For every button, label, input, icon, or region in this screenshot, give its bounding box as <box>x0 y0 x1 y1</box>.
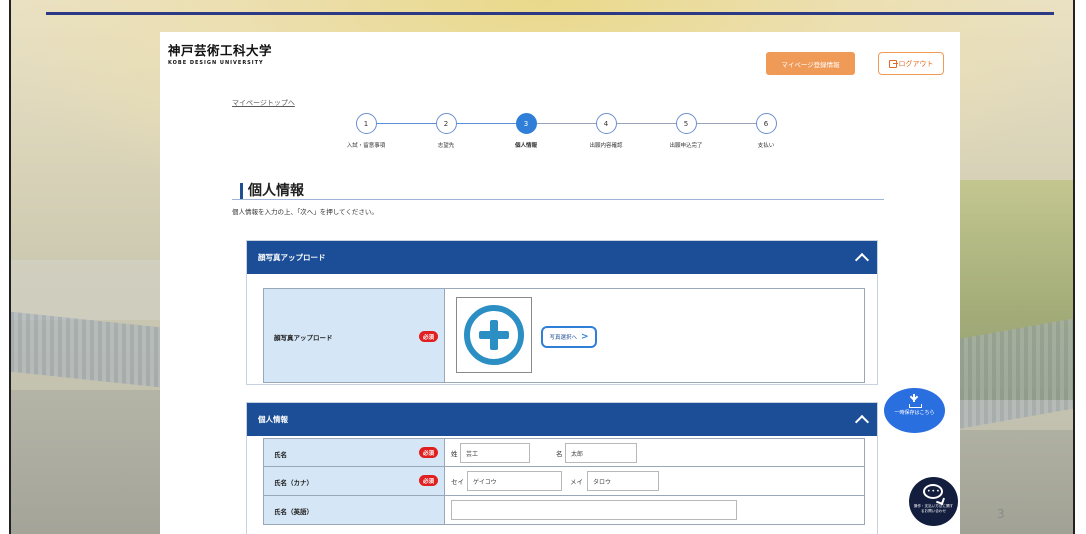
slide-number: 3 <box>997 507 1005 521</box>
photo-upload-label: 顔写真アップロード <box>274 334 333 342</box>
surname-prefix: 姓 <box>451 450 458 458</box>
top-rule <box>46 12 1054 15</box>
logo-name-jp: 神戸芸術工科大学 <box>168 43 273 58</box>
university-logo[interactable]: 神戸芸術工科大学 KOBE DESIGN UNIVERSITY <box>168 40 272 66</box>
page-intro: 個人情報を入力の上、「次へ」を押してください。 <box>232 208 378 216</box>
temporary-save-label: 一時保存はこちら <box>894 410 935 416</box>
photo-upload-section: 顔写真アップロード 顔写真アップロード 必須 写真選択へ > <box>246 240 878 385</box>
step-3-current: 3 個人情報 <box>486 113 566 149</box>
photo-upload-row: 顔写真アップロード 必須 写真選択へ > <box>263 288 865 383</box>
name-english-input[interactable] <box>451 500 737 520</box>
photo-upload-label-cell: 顔写真アップロード 必須 <box>264 289 445 382</box>
given-name-kana-input[interactable]: タロウ <box>587 471 659 491</box>
name-english-label: 氏名（英語） <box>274 508 313 516</box>
progress-stepper: 1 入試・留意事項 2 志望先 3 個人情報 4 出願内容確認 5 出願申込完了… <box>320 113 780 163</box>
frame-left <box>9 0 11 534</box>
select-photo-label: 写真選択へ <box>549 335 577 341</box>
logout-icon <box>888 59 898 68</box>
surname-input[interactable]: 芸工 <box>460 443 530 463</box>
page-panel: 神戸芸術工科大学 KOBE DESIGN UNIVERSITY マイページ登録情… <box>160 32 960 534</box>
name-label: 氏名 <box>274 451 287 459</box>
personal-section-title: 個人情報 <box>258 415 288 424</box>
step-6: 6 支払い <box>726 113 806 149</box>
required-badge: 必須 <box>419 447 438 458</box>
mypage-info-button[interactable]: マイページ登録情報 <box>766 52 855 75</box>
form-row-name-english: 氏名（英語） <box>263 496 865 525</box>
logout-button[interactable]: ログアウト <box>878 52 944 75</box>
add-photo-icon <box>464 305 524 365</box>
page-title: 個人情報 <box>240 183 304 199</box>
title-divider <box>232 199 884 200</box>
step-1: 1 入試・留意事項 <box>326 113 406 149</box>
given-name-input[interactable]: 太郎 <box>565 443 637 463</box>
frame-right <box>1073 0 1075 534</box>
temporary-save-button[interactable]: 一時保存はこちら <box>884 388 945 433</box>
form-row-name-kana: 氏名（カナ） 必須 セイ ゲイコウ メイ タロウ <box>263 467 865 496</box>
personal-info-form: 氏名 必須 姓 芸工 名 太郎 氏名（カナ） 必須 セイ ゲイコウ メイ タロウ… <box>263 438 865 525</box>
select-photo-button[interactable]: 写真選択へ > <box>541 326 597 348</box>
logout-label: ログアウト <box>898 59 934 68</box>
photo-section-title: 顔写真アップロード <box>258 253 326 262</box>
name-kana-label: 氏名（カナ） <box>274 479 313 487</box>
form-row-name: 氏名 必須 姓 芸工 名 太郎 <box>263 438 865 467</box>
surname-kana-prefix: セイ <box>451 478 464 486</box>
logo-name-en: KOBE DESIGN UNIVERSITY <box>168 60 264 66</box>
personal-section-header[interactable]: 個人情報 <box>247 403 877 436</box>
given-name-kana-prefix: メイ <box>570 478 583 486</box>
given-name-prefix: 名 <box>556 450 563 458</box>
required-badge: 必須 <box>419 331 438 342</box>
step-2: 2 志望先 <box>406 113 486 149</box>
chevron-right-icon: > <box>580 332 589 342</box>
step-5: 5 出願申込完了 <box>646 113 726 149</box>
collapse-chevron-icon[interactable] <box>855 251 867 263</box>
support-chat-label: 操作・支払い方法に関するお問い合わせ <box>913 504 954 513</box>
step-4: 4 出願内容確認 <box>566 113 646 149</box>
breadcrumb-mypage-top[interactable]: マイページトップへ <box>232 98 295 108</box>
required-badge: 必須 <box>419 475 438 486</box>
collapse-chevron-icon[interactable] <box>855 413 867 425</box>
personal-info-section: 個人情報 氏名 必須 姓 芸工 名 太郎 氏名（カナ） 必須 セイ ゲイコウ メ… <box>246 402 878 534</box>
surname-kana-input[interactable]: ゲイコウ <box>467 471 562 491</box>
support-chat-button[interactable]: ••• 操作・支払い方法に関するお問い合わせ <box>909 477 958 526</box>
photo-placeholder[interactable] <box>456 297 532 373</box>
photo-section-header[interactable]: 顔写真アップロード <box>247 241 877 274</box>
